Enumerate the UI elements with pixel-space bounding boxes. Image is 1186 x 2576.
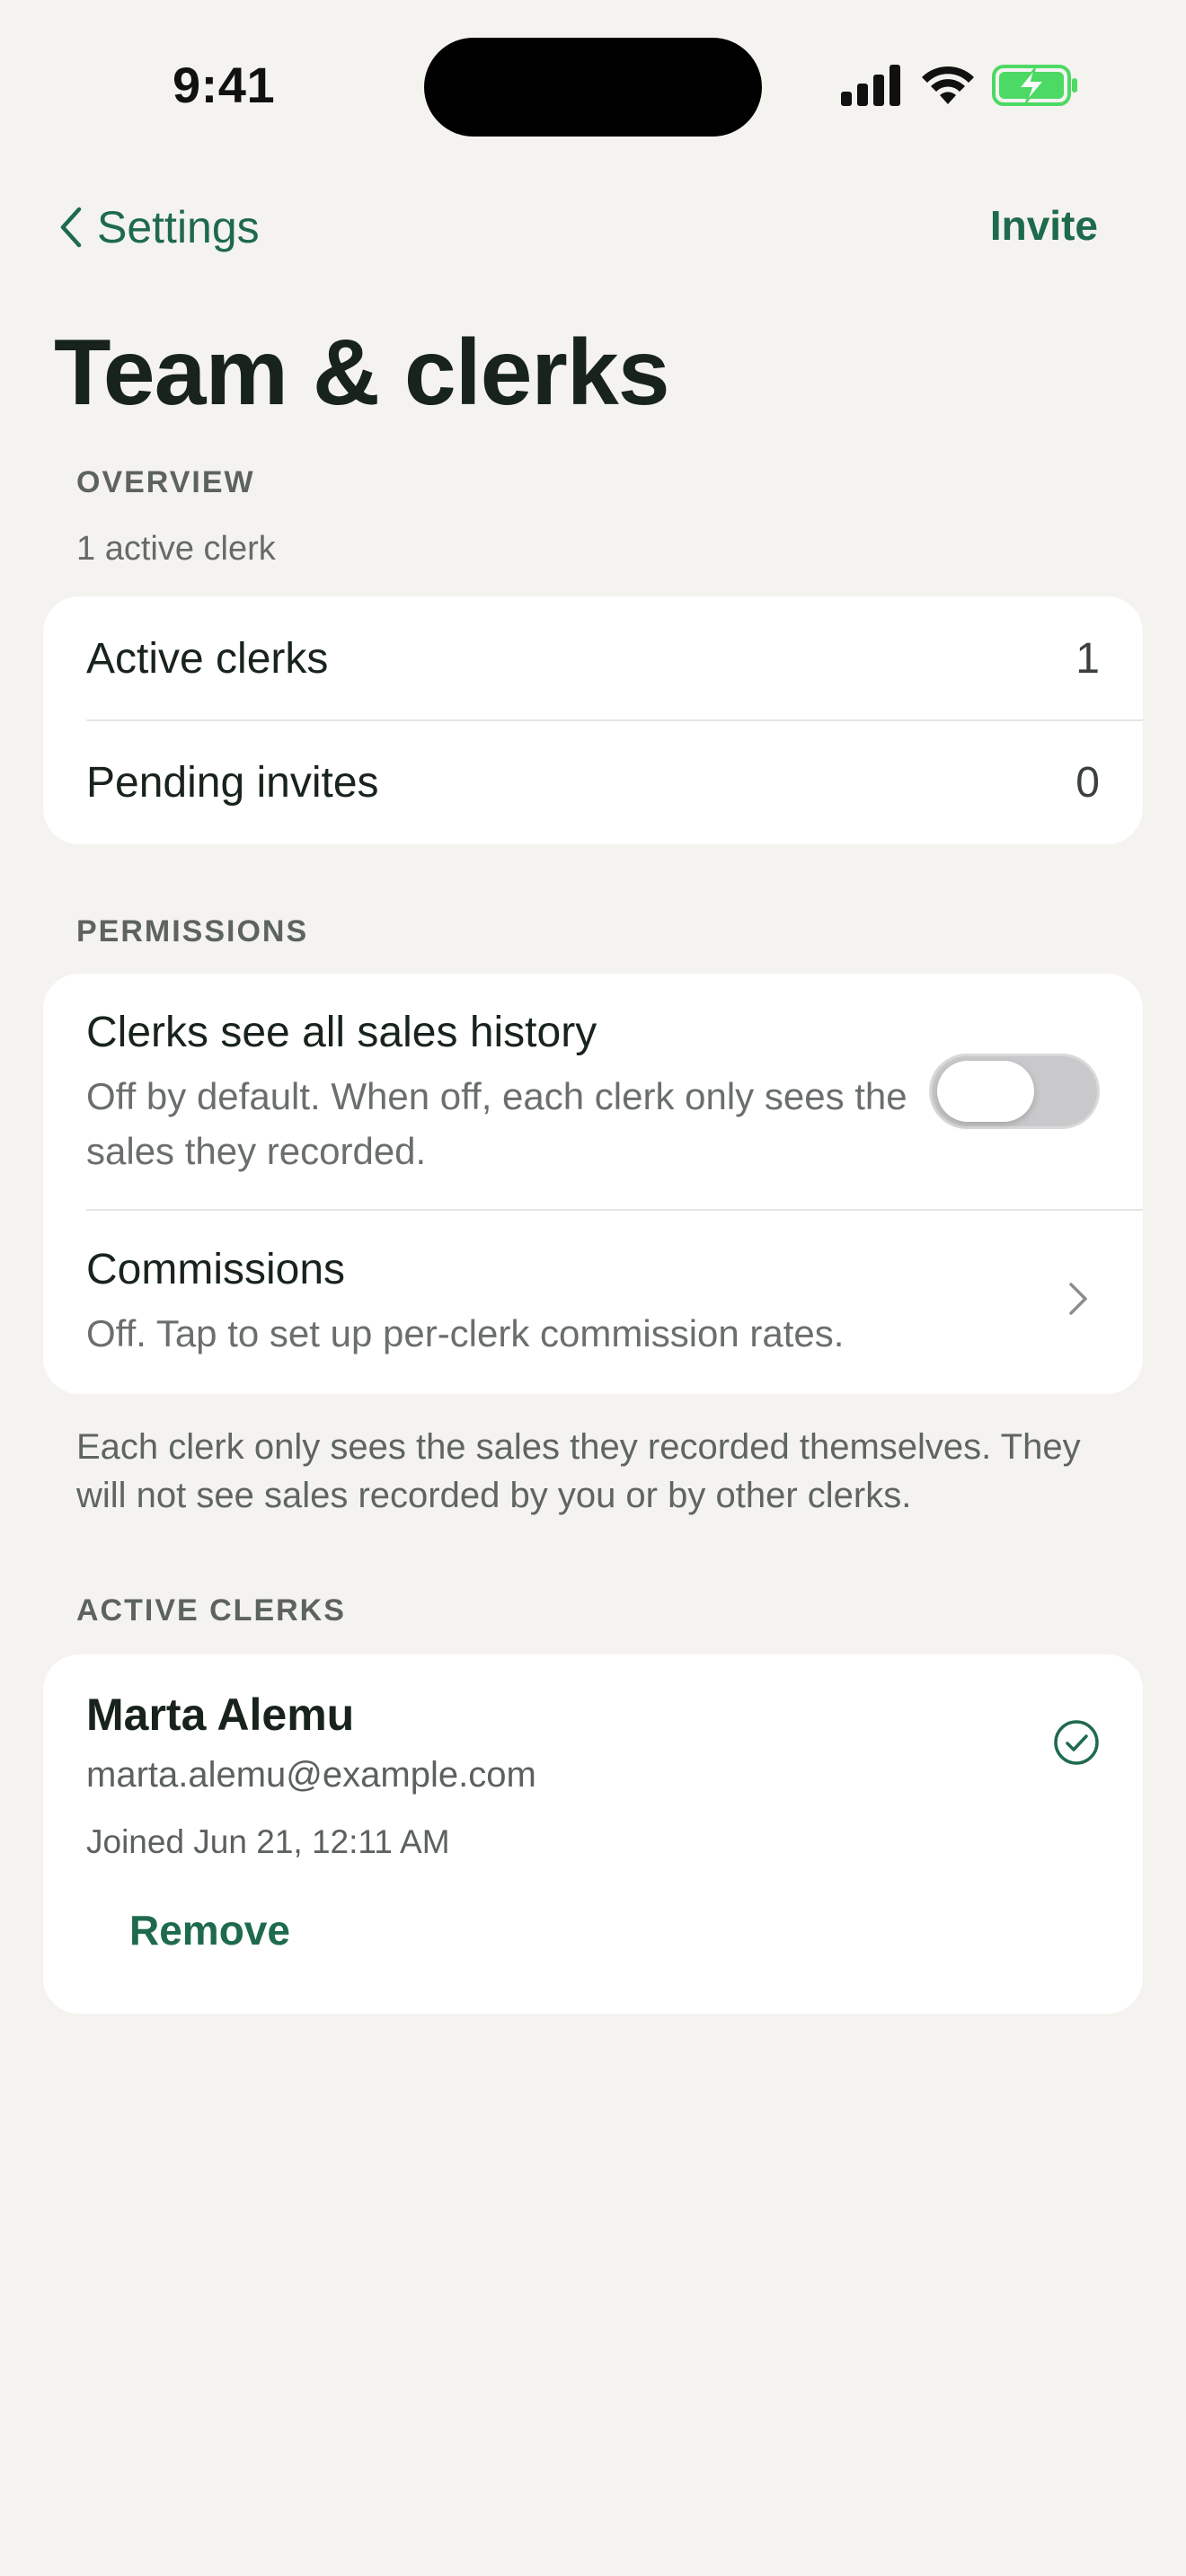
wifi-icon <box>922 66 974 104</box>
invite-button[interactable]: Invite <box>990 201 1098 250</box>
sales-history-title: Clerks see all sales history <box>86 1009 597 1056</box>
section-header-active-clerks: ACTIVE CLERKS <box>76 1593 346 1628</box>
sales-history-toggle[interactable] <box>929 1054 1100 1129</box>
chevron-right-icon <box>1069 1283 1087 1315</box>
section-header-overview: OVERVIEW <box>76 465 255 499</box>
overview-card: Active clerks 1 Pending invites 0 <box>43 596 1143 844</box>
overview-row-active-clerks: Active clerks 1 <box>43 596 1143 720</box>
overview-subtitle: 1 active clerk <box>76 530 276 568</box>
overview-row-pending-invites: Pending invites 0 <box>43 720 1143 844</box>
clerk-name: Marta Alemu <box>86 1689 355 1740</box>
row-value: 1 <box>1075 634 1100 683</box>
commissions-title: Commissions <box>86 1246 346 1293</box>
permissions-footnote: Each clerk only sees the sales they reco… <box>76 1427 1081 1515</box>
chevron-left-icon <box>60 207 82 248</box>
status-time: 9:41 <box>173 57 276 113</box>
permissions-card: Clerks see all sales history Off by defa… <box>43 974 1143 1394</box>
back-label: Settings <box>97 202 260 252</box>
commissions-description: Off. Tap to set up per-clerk commission … <box>86 1312 845 1354</box>
section-header-permissions: PERMISSIONS <box>76 914 309 948</box>
battery-charging-icon <box>992 65 1077 106</box>
row-value: 0 <box>1075 758 1100 807</box>
dynamic-island <box>424 38 762 137</box>
toggle-knob <box>937 1061 1034 1122</box>
cellular-signal-icon <box>841 65 900 106</box>
clerk-email: marta.alemu@example.com <box>86 1755 536 1795</box>
row-label: Active clerks <box>86 634 329 683</box>
remove-clerk-button[interactable]: Remove <box>129 1906 290 1954</box>
row-label: Pending invites <box>86 758 379 807</box>
clerk-card: Marta Alemu marta.alemu@example.com Join… <box>43 1654 1143 2014</box>
back-button[interactable]: Settings <box>58 199 260 255</box>
sales-history-description: Off by default. When off, each clerk onl… <box>86 1075 907 1172</box>
page-title: Team & clerks <box>54 321 670 425</box>
clerk-joined-date: Joined Jun 21, 12:11 AM <box>86 1823 450 1860</box>
check-circle-icon <box>1054 1720 1099 1765</box>
commissions-row[interactable]: Commissions Off. Tap to set up per-clerk… <box>43 1211 1143 1394</box>
